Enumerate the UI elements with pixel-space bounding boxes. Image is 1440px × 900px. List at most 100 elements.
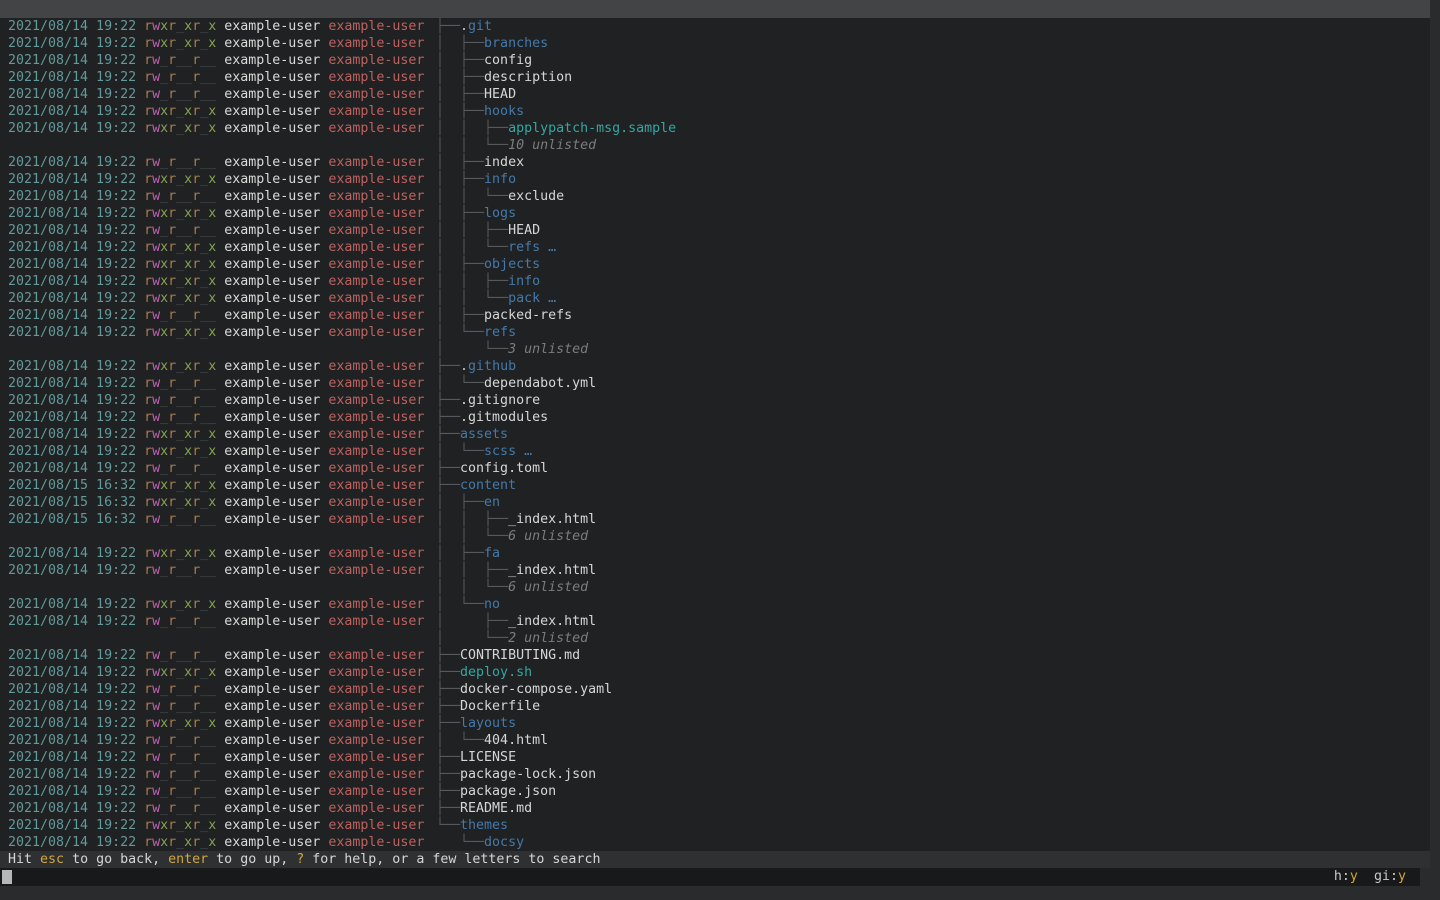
row-tree-entry[interactable]: │ │ └──exclude (436, 188, 564, 205)
table-row[interactable]: 2021/08/14 19:22 rw_r__r__ example-user … (0, 52, 1430, 69)
row-tree-entry[interactable]: │ │ └──pack … (436, 290, 556, 307)
row-tree-entry[interactable]: └──themes (436, 817, 508, 834)
table-row[interactable]: 2021/08/14 19:22 rwxr_xr_x example-user … (0, 239, 1430, 256)
table-row[interactable]: 2021/08/14 19:22 rw_r__r__ example-user … (0, 800, 1430, 817)
row-tree-entry[interactable]: │ ├──config (436, 52, 532, 69)
row-tree-entry[interactable]: └──docsy (436, 834, 524, 851)
row-tree-entry[interactable]: │ ├──objects (436, 256, 540, 273)
table-row[interactable]: 2021/08/14 19:22 rw_r__r__ example-user … (0, 460, 1430, 477)
row-tree-entry[interactable]: ├──.github (436, 358, 516, 375)
table-row[interactable]: 2021/08/14 19:22 rwxr_xr_x example-user … (0, 817, 1430, 834)
table-row[interactable]: 2021/08/14 19:22 rwxr_xr_x example-user … (0, 171, 1430, 188)
table-row[interactable]: 2021/08/14 19:22 rw_r__r__ example-user … (0, 307, 1430, 324)
table-row[interactable]: │ │ └──10 unlisted (0, 137, 1430, 154)
row-tree-entry[interactable]: │ ├──fa (436, 545, 500, 562)
table-row[interactable]: 2021/08/14 19:22 rw_r__r__ example-user … (0, 154, 1430, 171)
row-tree-entry[interactable]: │ │ └──6 unlisted (436, 528, 588, 545)
row-tree-entry[interactable]: │ │ ├──info (436, 273, 540, 290)
table-row[interactable]: │ │ └──6 unlisted (0, 528, 1430, 545)
row-tree-entry[interactable]: ├──config.toml (436, 460, 548, 477)
table-row[interactable]: 2021/08/14 19:22 rw_r__r__ example-user … (0, 749, 1430, 766)
table-row[interactable]: │ │ └──6 unlisted (0, 579, 1430, 596)
row-tree-entry[interactable]: │ ├──_index.html (436, 613, 596, 630)
table-row[interactable]: │ └──2 unlisted (0, 630, 1430, 647)
row-tree-entry[interactable]: │ └──refs (436, 324, 516, 341)
row-tree-entry[interactable]: ├──CONTRIBUTING.md (436, 647, 580, 664)
status-text: to go up, (208, 852, 296, 867)
table-row[interactable]: 2021/08/15 16:32 rwxr_xr_x example-user … (0, 477, 1430, 494)
table-row[interactable]: 2021/08/14 19:22 rw_r__r__ example-user … (0, 681, 1430, 698)
table-row[interactable]: │ └──3 unlisted (0, 341, 1430, 358)
table-row[interactable]: 2021/08/14 19:22 rw_r__r__ example-user … (0, 766, 1430, 783)
row-tree-entry[interactable]: ├──README.md (436, 800, 532, 817)
table-row[interactable]: 2021/08/14 19:22 rw_r__r__ example-user … (0, 562, 1430, 579)
row-tree-entry[interactable]: │ │ ├──_index.html (436, 562, 596, 579)
table-row[interactable]: 2021/08/14 19:22 rw_r__r__ example-user … (0, 375, 1430, 392)
row-tree-entry[interactable]: │ │ └──6 unlisted (436, 579, 588, 596)
table-row[interactable]: 2021/08/14 19:22 rwxr_xr_x example-user … (0, 358, 1430, 375)
table-row[interactable]: 2021/08/14 19:22 rwxr_xr_x example-user … (0, 324, 1430, 341)
table-row[interactable]: 2021/08/14 19:22 rw_r__r__ example-user … (0, 698, 1430, 715)
table-row[interactable]: 2021/08/14 19:22 rwxr_xr_x example-user … (0, 443, 1430, 460)
table-row[interactable]: 2021/08/14 19:22 rw_r__r__ example-user … (0, 409, 1430, 426)
row-tree-entry[interactable]: ├──layouts (436, 715, 516, 732)
table-row[interactable]: 2021/08/14 19:22 rwxr_xr_x example-user … (0, 596, 1430, 613)
table-row[interactable]: 2021/08/14 19:22 rwxr_xr_x example-user … (0, 545, 1430, 562)
table-row[interactable]: 2021/08/14 19:22 rwxr_xr_x example-user … (0, 715, 1430, 732)
table-row[interactable]: 2021/08/14 19:22 rw_r__r__ example-user … (0, 392, 1430, 409)
table-row[interactable]: 2021/08/14 19:22 rwxr_xr_x example-user … (0, 290, 1430, 307)
row-tree-entry[interactable]: │ └──no (436, 596, 500, 613)
row-tree-entry[interactable]: ├──docker-compose.yaml (436, 681, 612, 698)
table-row[interactable]: 2021/08/14 19:22 rw_r__r__ example-user … (0, 86, 1430, 103)
row-tree-entry[interactable]: │ └──2 unlisted (436, 630, 588, 647)
row-tree-entry[interactable]: ├──.git (436, 18, 492, 35)
row-tree-entry[interactable]: ├──package.json (436, 783, 556, 800)
row-tree-entry[interactable]: ├──deploy.sh (436, 664, 532, 681)
row-tree-entry[interactable]: │ ├──info (436, 171, 516, 188)
row-tree-entry[interactable]: │ └──scss … (436, 443, 532, 460)
row-tree-entry[interactable]: ├──.gitignore (436, 392, 540, 409)
table-row[interactable]: 2021/08/14 19:22 rw_r__r__ example-user … (0, 783, 1430, 800)
table-row[interactable]: 2021/08/14 19:22 rwxr_xr_x example-user … (0, 120, 1430, 137)
row-tree-entry[interactable]: │ ├──description (436, 69, 572, 86)
row-tree-entry[interactable]: ├──content (436, 477, 516, 494)
search-input-bar[interactable]: h:y gi:y (0, 868, 1420, 886)
table-row[interactable]: 2021/08/14 19:22 rw_r__r__ example-user … (0, 613, 1430, 630)
row-tree-entry[interactable]: │ │ ├──HEAD (436, 222, 540, 239)
table-row[interactable]: 2021/08/14 19:22 rw_r__r__ example-user … (0, 188, 1430, 205)
table-row[interactable]: 2021/08/14 19:22 rwxr_xr_x example-user … (0, 273, 1430, 290)
table-row[interactable]: 2021/08/14 19:22 rwxr_xr_x example-user … (0, 205, 1430, 222)
row-tree-entry[interactable]: │ ├──hooks (436, 103, 524, 120)
table-row[interactable]: 2021/08/14 19:22 rwxr_xr_x example-user … (0, 35, 1430, 52)
row-tree-entry[interactable]: │ │ └──refs … (436, 239, 556, 256)
row-tree-entry[interactable]: ├──package-lock.json (436, 766, 596, 783)
row-tree-entry[interactable]: ├──LICENSE (436, 749, 516, 766)
row-tree-entry[interactable]: ├──assets (436, 426, 508, 443)
row-tree-entry[interactable]: │ └──dependabot.yml (436, 375, 596, 392)
row-tree-entry[interactable]: │ ├──HEAD (436, 86, 516, 103)
table-row[interactable]: 2021/08/15 16:32 rwxr_xr_x example-user … (0, 494, 1430, 511)
table-row[interactable]: 2021/08/14 19:22 rwxr_xr_x example-user … (0, 18, 1430, 35)
row-tree-entry[interactable]: │ └──404.html (436, 732, 548, 749)
table-row[interactable]: 2021/08/15 16:32 rw_r__r__ example-user … (0, 511, 1430, 528)
table-row[interactable]: 2021/08/14 19:22 rwxr_xr_x example-user … (0, 664, 1430, 681)
row-tree-entry[interactable]: │ ├──logs (436, 205, 516, 222)
table-row[interactable]: 2021/08/14 19:22 rw_r__r__ example-user … (0, 222, 1430, 239)
table-row[interactable]: 2021/08/14 19:22 rwxr_xr_x example-user … (0, 256, 1430, 273)
row-tree-entry[interactable]: │ ├──index (436, 154, 524, 171)
row-tree-entry[interactable]: │ └──3 unlisted (436, 341, 588, 358)
table-row[interactable]: 2021/08/14 19:22 rwxr_xr_x example-user … (0, 426, 1430, 443)
row-tree-entry[interactable]: ├──Dockerfile (436, 698, 540, 715)
row-tree-entry[interactable]: │ │ └──10 unlisted (436, 137, 596, 154)
table-row[interactable]: 2021/08/14 19:22 rw_r__r__ example-user … (0, 69, 1430, 86)
table-row[interactable]: 2021/08/14 19:22 rw_r__r__ example-user … (0, 647, 1430, 664)
row-tree-entry[interactable]: │ │ ├──_index.html (436, 511, 596, 528)
row-tree-entry[interactable]: │ ├──branches (436, 35, 548, 52)
row-tree-entry[interactable]: │ │ ├──applypatch-msg.sample (436, 120, 676, 137)
table-row[interactable]: 2021/08/14 19:22 rwxr_xr_x example-user … (0, 103, 1430, 120)
row-tree-entry[interactable]: ├──.gitmodules (436, 409, 548, 426)
table-row[interactable]: 2021/08/14 19:22 rw_r__r__ example-user … (0, 732, 1430, 749)
row-tree-entry[interactable]: │ ├──en (436, 494, 500, 511)
row-tree-entry[interactable]: │ ├──packed-refs (436, 307, 572, 324)
table-row[interactable]: 2021/08/14 19:22 rwxr_xr_x example-user … (0, 834, 1430, 851)
